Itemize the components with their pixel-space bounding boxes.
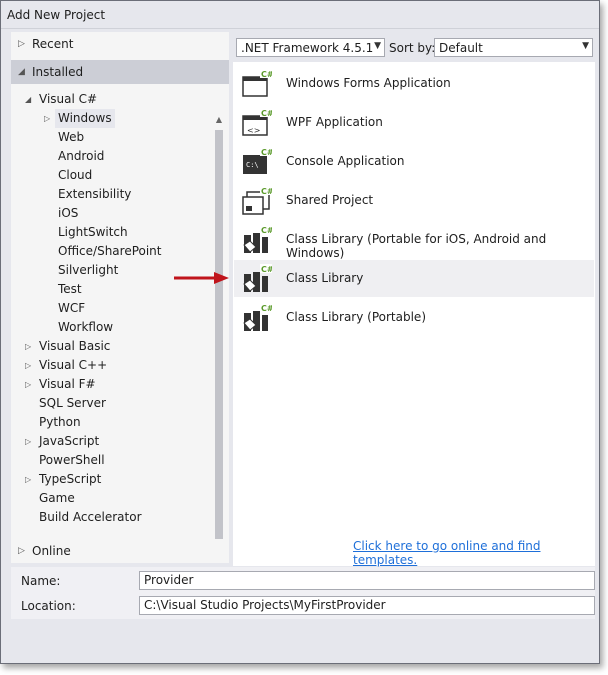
- class-library-csharp-icon: C#: [242, 225, 274, 255]
- installed-section-header[interactable]: ◢ Installed: [11, 60, 229, 84]
- svg-text:C:\: C:\: [246, 161, 259, 169]
- tree-item-label: iOS: [58, 206, 79, 220]
- online-section-header[interactable]: ▷ Online: [11, 539, 229, 563]
- name-label: Name:: [21, 574, 61, 588]
- location-label: Location:: [21, 599, 76, 613]
- template-name: Class Library (Portable): [286, 310, 426, 324]
- tree-item-label: JavaScript: [39, 434, 100, 448]
- project-name-input[interactable]: Provider: [139, 571, 595, 590]
- console-csharp-icon: C:\C#: [242, 147, 274, 177]
- scroll-up-arrow-icon[interactable]: ▲: [213, 114, 225, 126]
- tree-item-label: PowerShell: [39, 453, 105, 467]
- svg-text:C#: C#: [261, 265, 272, 274]
- framework-dropdown[interactable]: .NET Framework 4.5.1 ▼: [236, 38, 385, 57]
- tree-item-label: Silverlight: [58, 263, 119, 277]
- tree-item-label: Visual Basic: [39, 339, 111, 353]
- expand-arrow-icon[interactable]: ▷: [18, 39, 25, 49]
- svg-text:<>: <>: [247, 126, 260, 135]
- scroll-thumb[interactable]: [215, 130, 223, 548]
- template-toolbar: .NET Framework 4.5.1 ▼ Sort by: Default …: [233, 32, 595, 62]
- template-category-tree: ◢ Visual C# ▷ Windows Web Android Cloud Extensi…: [11, 90, 229, 538]
- expand-arrow-icon[interactable]: ▷: [44, 109, 50, 128]
- tree-item-label: Visual C++: [39, 358, 108, 372]
- tree-item-label: Office/SharePoint: [58, 244, 162, 258]
- expand-arrow-icon[interactable]: ▷: [25, 337, 31, 356]
- online-templates-link[interactable]: Click here to go online and find templat…: [353, 539, 599, 567]
- svg-text:C#: C#: [261, 109, 272, 118]
- recent-label: Recent: [32, 37, 74, 51]
- template-item[interactable]: C:\C# Console Application: [234, 143, 594, 180]
- template-item[interactable]: C# Class Library: [234, 260, 594, 297]
- template-name: WPF Application: [286, 115, 383, 129]
- template-name: Windows Forms Application: [286, 76, 451, 90]
- expand-arrow-icon[interactable]: ▷: [25, 470, 31, 489]
- sort-value: Default: [439, 41, 483, 55]
- template-item[interactable]: <>C# WPF Application: [234, 104, 594, 141]
- title-bar: Add New Project: [1, 1, 599, 29]
- tree-item-label: Web: [58, 130, 85, 144]
- tree-item-label: TypeScript: [39, 472, 102, 486]
- svg-text:C#: C#: [261, 70, 272, 79]
- expand-arrow-icon[interactable]: ▷: [25, 375, 31, 394]
- tree-item-label: Python: [39, 415, 81, 429]
- template-name: Shared Project: [286, 193, 374, 207]
- template-name: Console Application: [286, 154, 405, 168]
- left-pane: ▷ Recent ◢ Installed ◢ Visual C# ▷ Windows W…: [11, 32, 229, 564]
- tree-item-label: Android: [58, 149, 105, 163]
- tree-item-label: Visual F#: [39, 377, 96, 391]
- class-library-csharp-icon: C#: [242, 264, 274, 294]
- recent-section-header[interactable]: ▷ Recent: [11, 32, 229, 56]
- location-input[interactable]: C:\Visual Studio Projects\MyFirstProvide…: [139, 596, 595, 615]
- template-item[interactable]: C# Windows Forms Application: [234, 65, 594, 102]
- installed-label: Installed: [32, 65, 84, 79]
- tree-item-label: Cloud: [58, 168, 93, 182]
- chevron-down-icon[interactable]: ▼: [582, 41, 589, 51]
- sort-label: Sort by:: [389, 41, 436, 55]
- svg-text:C#: C#: [261, 226, 272, 235]
- tree-item-label: Workflow: [58, 320, 114, 334]
- collapse-arrow-icon[interactable]: ◢: [18, 67, 25, 77]
- tree-item-label: WCF: [58, 301, 86, 315]
- chevron-down-icon[interactable]: ▼: [374, 41, 381, 51]
- expand-arrow-icon[interactable]: ▷: [25, 356, 31, 375]
- tree-item-label: Build Accelerator: [39, 510, 142, 524]
- template-item[interactable]: C# Class Library (Portable for iOS, Andro…: [234, 221, 594, 260]
- template-name: Class Library: [286, 271, 364, 285]
- tree-item-label: Test: [58, 282, 82, 296]
- dialog-title: Add New Project: [7, 8, 106, 22]
- tree-item-label: Game: [39, 491, 75, 505]
- svg-text:C#: C#: [261, 304, 272, 313]
- collapse-arrow-icon[interactable]: ◢: [25, 90, 31, 109]
- svg-text:C#: C#: [261, 148, 272, 157]
- tree-item-label: SQL Server: [39, 396, 106, 410]
- template-item[interactable]: C# Class Library (Portable): [234, 299, 594, 336]
- wpf-csharp-icon: <>C#: [242, 108, 274, 138]
- add-new-project-dialog: Add New Project ▷ Recent ◢ Installed ◢ Vi…: [0, 0, 600, 664]
- expand-arrow-icon[interactable]: ▷: [18, 546, 25, 556]
- red-annotation-arrow-icon: [174, 272, 229, 284]
- tree-item-label: Windows: [55, 109, 115, 128]
- tree-item-label: LightSwitch: [58, 225, 128, 239]
- template-item[interactable]: C# Shared Project: [234, 182, 594, 219]
- sort-dropdown[interactable]: Default ▼: [434, 38, 593, 57]
- winforms-csharp-icon: C#: [242, 69, 274, 99]
- expand-arrow-icon[interactable]: ▷: [25, 432, 31, 451]
- class-library-csharp-icon: C#: [242, 303, 274, 333]
- shared-project-csharp-icon: C#: [242, 186, 274, 216]
- framework-value: .NET Framework 4.5.1: [241, 41, 374, 55]
- tree-item-label: Extensibility: [58, 187, 132, 201]
- svg-text:C#: C#: [261, 187, 272, 196]
- online-label: Online: [32, 544, 71, 558]
- tree-item-label: Visual C#: [39, 92, 98, 106]
- template-name: Class Library (Portable for iOS, Android…: [286, 232, 547, 260]
- tree-scrollbar[interactable]: ▲ ▼: [213, 114, 225, 566]
